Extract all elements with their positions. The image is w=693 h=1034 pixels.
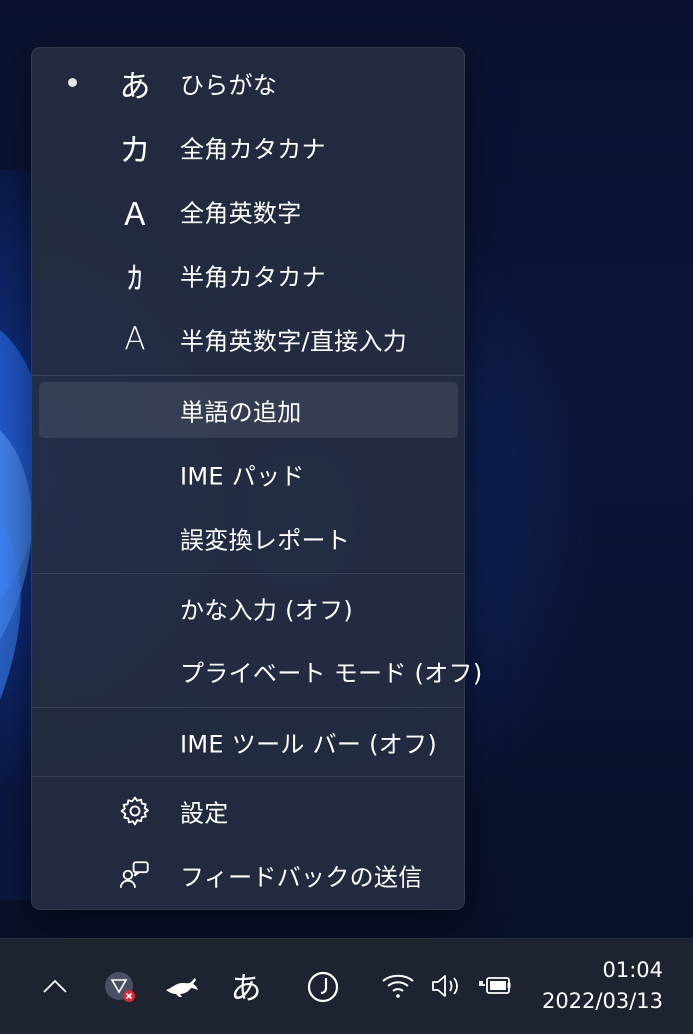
fullwidth-a-icon: Ａ (119, 196, 151, 233)
clock-time: 01:04 (602, 958, 663, 982)
menu-divider (32, 707, 464, 708)
menu-item-ime-toolbar[interactable]: IME ツール バー (オフ) (39, 714, 458, 770)
halfwidth-a-icon: A (124, 321, 146, 357)
menu-item-ime-pad[interactable]: IME パッド (39, 446, 458, 502)
katakana-ka-icon: カ (119, 132, 151, 169)
menu-item-halfwidth-katakana[interactable]: ｶ 半角カタカナ (39, 247, 458, 303)
menu-item-label: フィードバックの送信 (180, 863, 423, 892)
menu-item-label: 設定 (180, 799, 229, 828)
ime-mode-indicator[interactable]: あ (228, 963, 264, 1007)
system-clock[interactable]: 01:04 2022/03/13 (542, 955, 663, 1017)
app-tray-icon[interactable] (162, 969, 202, 1003)
menu-item-private-mode[interactable]: プライベート モード (オフ) (39, 643, 482, 699)
network-error-icon[interactable] (100, 967, 140, 1007)
halfwidth-ka-icon: ｶ (127, 260, 143, 297)
menu-item-send-feedback[interactable]: フィードバックの送信 (39, 847, 458, 903)
hiragana-a-icon: あ (119, 68, 151, 105)
clock-app-icon[interactable] (303, 967, 343, 1007)
menu-item-label: プライベート モード (オフ) (180, 659, 483, 688)
selected-bullet-icon (68, 78, 77, 87)
menu-item-hiragana[interactable]: あ ひらがな (39, 55, 458, 111)
menu-item-settings[interactable]: 設定 (39, 783, 458, 839)
menu-item-label: 半角カタカナ (180, 263, 326, 292)
gear-icon (113, 789, 157, 833)
wifi-icon[interactable] (380, 969, 416, 1003)
menu-divider (32, 375, 464, 376)
menu-item-label: IME パッド (180, 462, 305, 491)
menu-item-label: IME ツール バー (オフ) (180, 730, 438, 759)
menu-item-conversion-report[interactable]: 誤変換レポート (39, 510, 458, 566)
menu-item-label: 全角カタカナ (180, 135, 326, 164)
taskbar: あ 01:04 2022/03/13 (0, 938, 693, 1034)
menu-item-add-word[interactable]: 単語の追加 (39, 382, 458, 438)
feedback-icon (113, 853, 157, 897)
menu-item-kana-input[interactable]: かな入力 (オフ) (39, 580, 458, 636)
volume-icon[interactable] (428, 969, 464, 1003)
menu-item-label: ひらがな (180, 71, 278, 100)
menu-item-fullwidth-katakana[interactable]: カ 全角カタカナ (39, 119, 458, 175)
menu-item-label: 半角英数字/直接入力 (180, 327, 408, 356)
clock-date: 2022/03/13 (541, 989, 663, 1013)
menu-item-fullwidth-alphanumeric[interactable]: Ａ 全角英数字 (39, 183, 458, 239)
battery-charging-icon[interactable] (476, 969, 516, 1003)
menu-item-label: 誤変換レポート (180, 526, 351, 555)
ime-context-menu: あ ひらがな カ 全角カタカナ Ａ 全角英数字 ｶ 半角カタカナ A 半角英数字… (31, 47, 482, 910)
menu-divider (32, 573, 464, 574)
menu-item-label: かな入力 (オフ) (180, 596, 354, 625)
menu-item-label: 全角英数字 (180, 199, 302, 228)
menu-divider (32, 776, 464, 777)
menu-item-label: 単語の追加 (180, 398, 302, 427)
menu-item-direct-input[interactable]: A 半角英数字/直接入力 (39, 311, 458, 367)
chevron-up-icon[interactable] (38, 969, 72, 1003)
